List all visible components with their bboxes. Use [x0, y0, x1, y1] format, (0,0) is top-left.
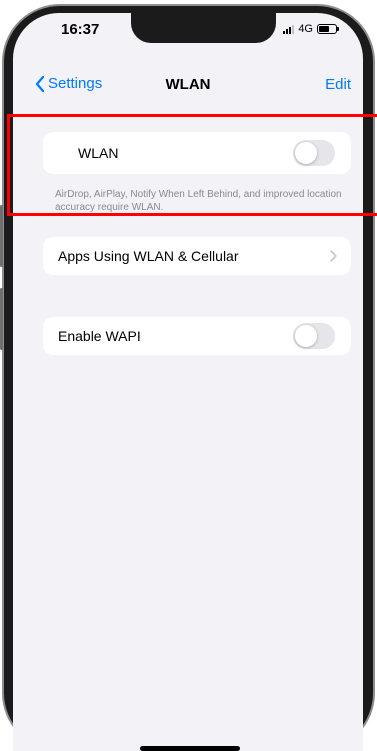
status-time: 16:37 — [61, 21, 100, 38]
wapi-toggle-knob — [295, 325, 317, 347]
apps-using-wlan-label: Apps Using WLAN & Cellular — [58, 248, 239, 264]
apps-using-wlan-row[interactable]: Apps Using WLAN & Cellular — [43, 237, 351, 275]
signal-icon — [283, 24, 295, 34]
navigation-bar: Settings WLAN Edit — [13, 71, 363, 97]
network-type: 4G — [298, 23, 313, 35]
battery-icon — [317, 24, 339, 34]
wlan-label: WLAN — [78, 145, 119, 161]
page-title: WLAN — [165, 76, 211, 93]
volume-up-button — [0, 205, 3, 267]
enable-wapi-label: Enable WAPI — [58, 328, 141, 344]
screen: 16:37 4G Settings WLAN Edit WLAN AirDrop… — [13, 13, 363, 751]
chevron-right-icon — [330, 250, 337, 262]
wlan-footer-text: AirDrop, AirPlay, Notify When Left Behin… — [55, 189, 342, 213]
volume-down-button — [0, 288, 3, 350]
wapi-toggle[interactable] — [293, 323, 335, 349]
notch — [131, 13, 276, 43]
home-indicator — [140, 746, 240, 751]
wlan-toggle-knob — [295, 142, 317, 164]
wlan-row: WLAN — [43, 132, 351, 174]
wlan-toggle[interactable] — [293, 140, 335, 166]
edit-button[interactable]: Edit — [325, 76, 351, 93]
status-indicators: 4G — [283, 23, 339, 35]
enable-wapi-row: Enable WAPI — [43, 317, 351, 355]
